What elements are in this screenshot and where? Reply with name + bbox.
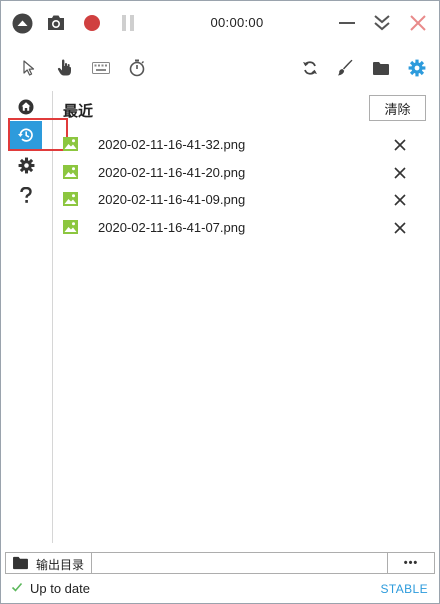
help-icon <box>20 186 32 203</box>
title-bar: 00:00:00 <box>1 1 439 47</box>
sidebar-item-home[interactable] <box>10 93 42 121</box>
file-row[interactable]: 2020-02-11-16-41-09.png <box>54 186 439 214</box>
settings-button[interactable] <box>406 57 428 79</box>
keyboard-icon <box>92 62 110 74</box>
close-icon <box>410 15 426 31</box>
collapse-button[interactable] <box>11 12 33 34</box>
image-file-icon <box>63 137 78 151</box>
double-chevron-down-icon <box>374 15 390 31</box>
camera-icon <box>48 15 64 30</box>
folder-icon <box>373 61 389 75</box>
sidebar-item-history[interactable] <box>10 121 42 149</box>
home-icon <box>18 99 34 115</box>
close-icon <box>394 139 406 151</box>
close-icon <box>394 166 406 179</box>
record-button[interactable] <box>81 12 103 34</box>
page-title: 最近 <box>63 103 94 120</box>
minimize-icon <box>339 22 355 24</box>
status-bar: Up to date STABLE <box>1 577 439 601</box>
file-row[interactable]: 2020-02-11-16-41-20.png <box>54 159 439 187</box>
file-name: 2020-02-11-16-41-09.png <box>98 192 246 207</box>
settings-icon <box>408 59 426 77</box>
pointer-tool[interactable] <box>18 57 40 79</box>
timer-tool[interactable] <box>126 57 148 79</box>
refresh-icon <box>303 61 317 75</box>
remove-file-button[interactable] <box>391 191 409 209</box>
more-icon: ••• <box>403 557 419 569</box>
release-channel: STABLE <box>380 582 428 596</box>
image-file-icon <box>63 219 78 234</box>
open-folder-button[interactable] <box>370 57 392 79</box>
update-status: Up to date <box>30 581 90 596</box>
output-folder-label: 输出目录 <box>36 558 85 572</box>
image-file-icon <box>63 192 78 206</box>
tool-bar <box>1 51 439 85</box>
sidebar-item-settings[interactable] <box>10 151 42 179</box>
gear-icon <box>18 157 34 173</box>
hand-tool[interactable] <box>54 57 76 79</box>
brush-icon <box>338 59 353 76</box>
file-list: 2020-02-11-16-41-32.png 2020-02-11-16-41-… <box>54 131 439 241</box>
screenshot-button[interactable] <box>45 12 67 34</box>
file-name: 2020-02-11-16-41-20.png <box>98 164 246 180</box>
remove-file-button[interactable] <box>391 136 409 154</box>
hand-icon <box>57 59 71 76</box>
remove-file-button[interactable] <box>391 164 409 182</box>
minimize-button[interactable] <box>336 12 358 34</box>
keyboard-tool[interactable] <box>90 57 112 79</box>
output-bar: 输出目录 ••• <box>5 552 435 574</box>
close-button[interactable] <box>407 12 429 34</box>
expand-button[interactable] <box>371 12 393 34</box>
pause-button[interactable] <box>117 12 139 34</box>
recent-panel: 最近 清除 2020-02-11-16-41-32.png 2020-02-11-… <box>54 91 439 543</box>
more-options-button[interactable]: ••• <box>387 553 434 573</box>
output-path-input[interactable] <box>93 553 387 573</box>
app-window: 00:00:00 最近 清除 2020-02-11-16-41-32.png 2… <box>0 0 440 604</box>
file-row[interactable]: 2020-02-11-16-41-32.png <box>54 131 439 159</box>
file-row[interactable]: 2020-02-11-16-41-07.png <box>54 214 439 242</box>
record-icon <box>84 15 100 31</box>
history-icon <box>18 128 33 142</box>
close-icon <box>394 221 406 234</box>
brush-button[interactable] <box>334 57 356 79</box>
sidebar-item-help[interactable] <box>10 181 42 209</box>
sidebar <box>1 91 53 543</box>
file-name: 2020-02-11-16-41-32.png <box>98 137 246 152</box>
collapse-up-icon <box>12 13 32 33</box>
file-name: 2020-02-11-16-41-07.png <box>98 219 246 235</box>
image-file-icon <box>63 164 78 179</box>
clear-button[interactable]: 清除 <box>369 95 426 121</box>
folder-icon <box>13 556 28 570</box>
output-folder-button[interactable]: 输出目录 <box>6 553 92 573</box>
recording-timer: 00:00:00 <box>210 15 264 30</box>
refresh-button[interactable] <box>299 57 321 79</box>
stopwatch-icon <box>129 59 145 77</box>
remove-file-button[interactable] <box>391 219 409 237</box>
pointer-icon <box>23 60 35 76</box>
close-icon <box>394 194 406 206</box>
pause-icon <box>122 15 134 31</box>
check-icon <box>11 582 23 592</box>
